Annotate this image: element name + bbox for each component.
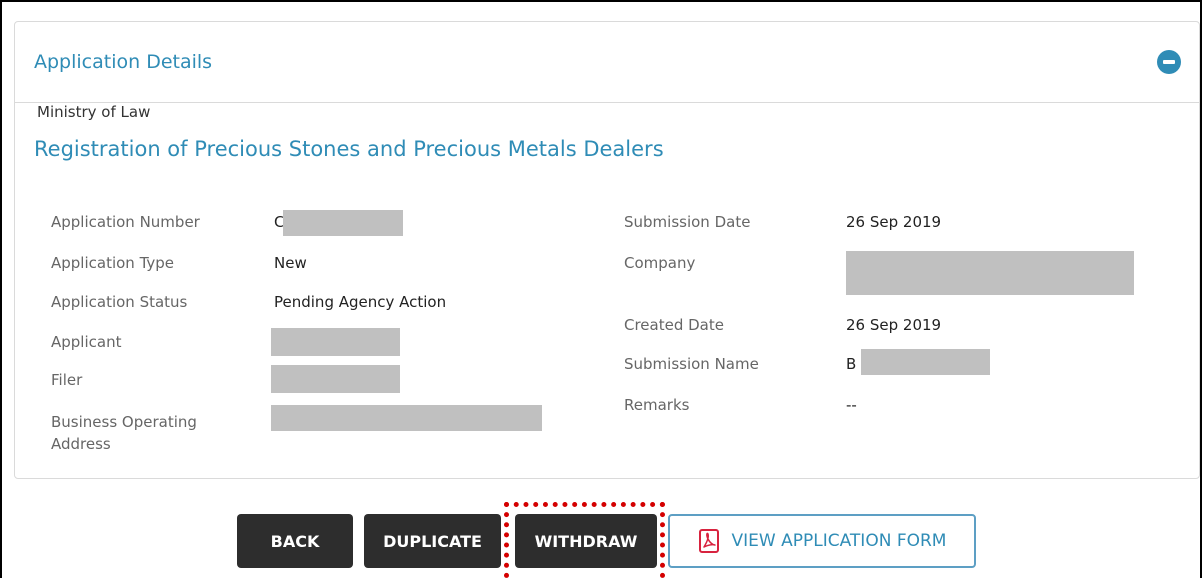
created-date-label: Created Date <box>624 316 724 334</box>
submission-name-value: B <box>846 355 857 373</box>
redacted-filer <box>271 365 400 393</box>
application-type-label: Application Type <box>51 254 175 272</box>
remarks-label: Remarks <box>624 396 690 414</box>
back-button[interactable]: BACK <box>237 514 353 568</box>
company-label: Company <box>624 254 696 272</box>
agency-name: Ministry of Law <box>37 103 151 121</box>
application-status-label: Application Status <box>51 293 188 311</box>
remarks-value: -- <box>846 396 857 414</box>
duplicate-button[interactable]: DUPLICATE <box>364 514 501 568</box>
service-title: Registration of Precious Stones and Prec… <box>34 137 664 161</box>
pdf-icon <box>698 529 719 553</box>
business-address-label-line2: Address <box>51 435 111 453</box>
submission-date-value: 26 Sep 2019 <box>846 213 942 231</box>
business-address-label-line1: Business Operating <box>51 413 197 431</box>
redacted-application-number <box>283 210 403 236</box>
view-application-form-label: VIEW APPLICATION FORM <box>731 531 947 551</box>
submission-name-label: Submission Name <box>624 355 759 373</box>
redacted-applicant <box>271 328 400 356</box>
panel-header[interactable]: Application Details <box>15 22 1199 103</box>
application-type-value: New <box>274 254 307 272</box>
redacted-submission-name <box>861 349 990 375</box>
application-status-value: Pending Agency Action <box>274 293 447 311</box>
filer-label: Filer <box>51 371 83 389</box>
panel-title: Application Details <box>34 51 213 73</box>
redacted-company <box>846 251 1134 295</box>
business-address-label: Business Operating Address <box>51 411 197 455</box>
application-number-label: Application Number <box>51 213 200 231</box>
minus-circle-icon[interactable] <box>1157 50 1181 74</box>
created-date-value: 26 Sep 2019 <box>846 316 942 334</box>
applicant-label: Applicant <box>51 333 122 351</box>
submission-date-label: Submission Date <box>624 213 751 231</box>
redacted-business-address <box>271 405 542 431</box>
withdraw-highlight-box <box>504 502 665 578</box>
view-application-form-button[interactable]: VIEW APPLICATION FORM <box>668 514 976 568</box>
